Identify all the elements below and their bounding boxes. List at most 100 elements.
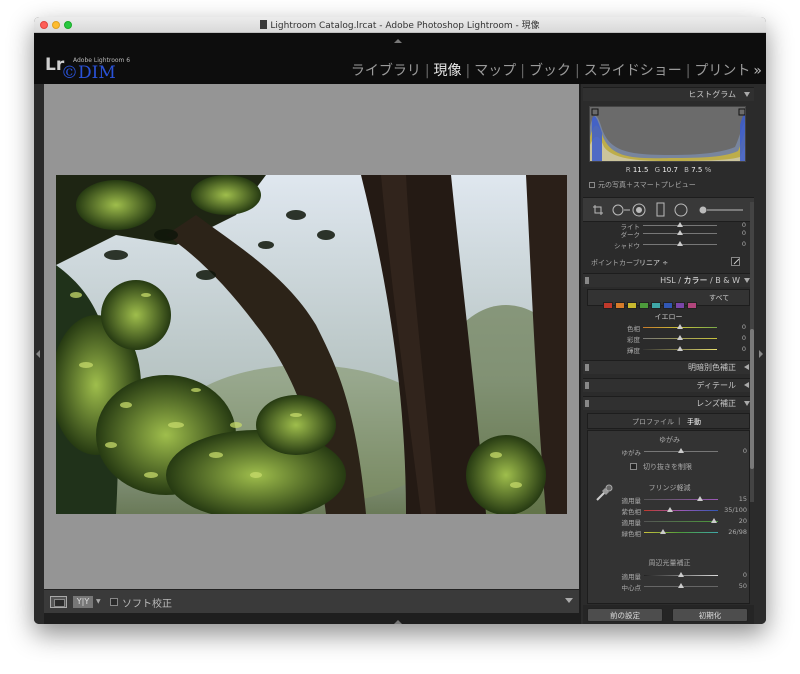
loupe-view-button[interactable]: [50, 596, 67, 608]
slider-value[interactable]: 15: [739, 495, 747, 503]
hsl-panel-switch[interactable]: [585, 277, 589, 284]
tab-color[interactable]: カラー: [683, 276, 707, 285]
lens-slider-row[interactable]: 中心点 50: [582, 582, 757, 592]
more-modules-icon[interactable]: »: [753, 63, 762, 79]
slider-knob[interactable]: [666, 507, 673, 512]
collapse-right-panel-icon[interactable]: [759, 350, 763, 358]
color-swatch[interactable]: [639, 302, 649, 309]
before-after-button[interactable]: Y|Y: [73, 596, 93, 608]
detail-switch[interactable]: [585, 382, 589, 389]
slider-value[interactable]: 50: [739, 582, 747, 590]
module-map[interactable]: マップ: [474, 63, 516, 79]
lens-slider-row[interactable]: 緑色相 26/98: [582, 528, 757, 538]
collapse-histogram-icon[interactable]: [744, 92, 750, 97]
lens-slider-row[interactable]: 適用量 15: [582, 495, 757, 505]
radial-filter-icon[interactable]: [674, 203, 688, 217]
color-swatch[interactable]: [603, 302, 613, 309]
graduated-filter-icon[interactable]: [656, 202, 665, 217]
expand-left-panel-icon[interactable]: [36, 350, 40, 358]
histogram-header[interactable]: ヒストグラム: [583, 87, 754, 101]
adjustment-brush-icon[interactable]: [699, 206, 743, 214]
slider-value[interactable]: 26/98: [728, 528, 747, 536]
slider-value[interactable]: 0: [742, 229, 746, 237]
tab-profile[interactable]: プロファイル: [632, 417, 674, 427]
tab-manual[interactable]: 手動: [687, 417, 701, 427]
slider-track[interactable]: [644, 521, 718, 522]
slider-knob[interactable]: [677, 335, 683, 340]
slider-knob[interactable]: [677, 346, 683, 351]
scrollbar-thumb[interactable]: [750, 329, 754, 469]
lens-slider-row[interactable]: 適用量 20: [582, 517, 757, 527]
slider-knob[interactable]: [710, 518, 717, 523]
lens-slider-row[interactable]: 紫色相 35/100: [582, 506, 757, 516]
slider-value[interactable]: 0: [743, 571, 747, 579]
tab-hsl[interactable]: HSL: [660, 276, 676, 285]
module-library[interactable]: ライブラリ: [351, 63, 421, 79]
before-after-dropdown-icon[interactable]: ▼: [96, 598, 101, 605]
slider-value[interactable]: 0: [742, 345, 746, 353]
expand-split-toning-icon[interactable]: [744, 364, 749, 370]
hsl-slider-luminance[interactable]: 輝度 0: [581, 345, 756, 355]
module-develop[interactable]: 現像: [434, 63, 462, 79]
slider-track[interactable]: [644, 532, 718, 533]
right-panel-gutter[interactable]: [756, 84, 766, 624]
slider-knob[interactable]: [678, 572, 684, 577]
photo-canvas[interactable]: [44, 84, 579, 589]
expand-filmstrip-icon[interactable]: [394, 620, 402, 624]
point-curve-select[interactable]: リニア ÷: [639, 258, 668, 268]
color-swatch[interactable]: [651, 302, 661, 309]
color-swatch[interactable]: [675, 302, 685, 309]
tab-bw[interactable]: B & W: [715, 276, 740, 285]
slider-knob[interactable]: [677, 241, 683, 246]
tone-slider-darks[interactable]: ダーク 0: [581, 229, 756, 239]
slider-track[interactable]: [644, 510, 718, 511]
detail-header[interactable]: ディテール: [583, 378, 754, 392]
red-eye-icon[interactable]: [632, 203, 646, 217]
split-toning-header[interactable]: 明暗別色補正: [583, 360, 754, 374]
slider-knob[interactable]: [677, 222, 683, 227]
module-print[interactable]: プリント: [694, 63, 750, 79]
slider-knob[interactable]: [678, 448, 684, 453]
lens-slider-row[interactable]: 適用量 0: [582, 571, 757, 581]
collapse-top-panel-icon[interactable]: [394, 39, 402, 43]
color-swatch[interactable]: [615, 302, 625, 309]
slider-value[interactable]: 35/100: [724, 506, 747, 514]
histogram-graph[interactable]: [589, 106, 746, 162]
slider-track[interactable]: [644, 499, 718, 500]
slider-knob[interactable]: [696, 496, 703, 501]
slider-knob[interactable]: [678, 583, 684, 588]
tone-slider-shadows[interactable]: シャドウ 0: [581, 240, 756, 250]
expand-detail-icon[interactable]: [744, 382, 749, 388]
slider-knob[interactable]: [677, 230, 683, 235]
slider-value[interactable]: 0: [742, 240, 746, 248]
slider-value[interactable]: 0: [743, 447, 747, 455]
hsl-slider-saturation[interactable]: 彩度 0: [581, 334, 756, 344]
reset-button[interactable]: 初期化: [672, 608, 748, 622]
toolbar-menu-icon[interactable]: [565, 598, 573, 603]
previous-settings-button[interactable]: 前の設定: [587, 608, 663, 622]
constrain-crop-checkbox[interactable]: [630, 463, 637, 470]
curve-edit-icon[interactable]: [731, 257, 740, 266]
spot-removal-icon[interactable]: [612, 204, 630, 216]
slider-value[interactable]: 0: [742, 221, 746, 229]
lens-corrections-switch[interactable]: [585, 400, 589, 407]
color-swatch[interactable]: [663, 302, 673, 309]
split-toning-switch[interactable]: [585, 364, 589, 371]
slider-value[interactable]: 0: [742, 323, 746, 331]
slider-knob[interactable]: [660, 529, 667, 534]
color-swatch[interactable]: [627, 302, 637, 309]
slider-value[interactable]: 20: [739, 517, 747, 525]
color-swatch[interactable]: [687, 302, 697, 309]
all-colors-button[interactable]: すべて: [709, 293, 729, 303]
hsl-header[interactable]: HSL / カラー / B & W: [583, 273, 754, 287]
lens-corrections-header[interactable]: レンズ補正: [583, 396, 754, 410]
module-book[interactable]: ブック: [529, 63, 571, 79]
crop-overlay-icon[interactable]: [593, 205, 603, 215]
slider-knob[interactable]: [677, 324, 683, 329]
hsl-slider-hue[interactable]: 色相 0: [581, 323, 756, 333]
left-panel-gutter[interactable]: [34, 84, 44, 624]
slider-value[interactable]: 0: [742, 334, 746, 342]
module-slideshow[interactable]: スライドショー: [584, 63, 682, 79]
photo-preview[interactable]: [56, 175, 567, 514]
distortion-slider[interactable]: ゆがみ 0: [582, 447, 757, 457]
